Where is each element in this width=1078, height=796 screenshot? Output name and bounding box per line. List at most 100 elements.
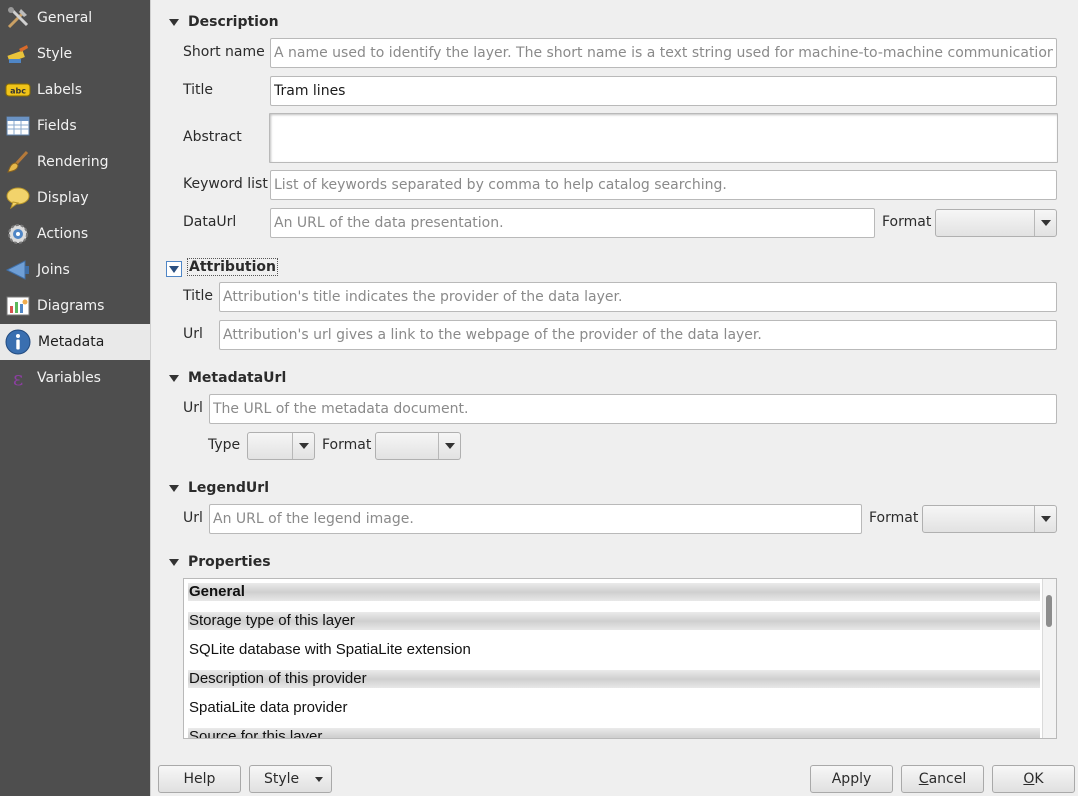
collapse-triangle-icon [169,18,179,26]
sidebar-item-labels[interactable]: abc Labels [0,72,150,108]
attribution-title-input[interactable] [219,282,1057,312]
table-row: General [188,583,1040,601]
collapse-triangle-icon [169,374,179,382]
sidebar-item-metadata[interactable]: Metadata [0,324,150,360]
table-row: SpatiaLite data provider [189,699,348,716]
properties-group-header[interactable]: Properties [169,554,271,570]
dataurl-label: DataUrl [183,214,237,230]
legendurl-url-input[interactable] [209,504,862,534]
metadataurl-format-combo[interactable] [375,432,461,460]
abstract-textarea[interactable] [269,113,1058,163]
brush-icon [4,149,32,175]
metadata-panel: Description Short name Title Abstract Ke… [150,0,1078,796]
cancel-label: ancel [928,771,967,787]
metadataurl-type-label: Type [208,437,241,453]
chevron-down-icon [1040,516,1051,522]
properties-scrollbar[interactable] [1042,579,1056,738]
attribution-url-input[interactable] [219,320,1057,350]
sidebar-item-label: Joins [37,262,70,278]
sidebar-item-actions[interactable]: Actions [0,216,150,252]
legendurl-format-combo[interactable] [922,505,1057,533]
svg-text:ε: ε [13,366,23,390]
tools-icon [4,5,32,31]
description-title: Description [188,14,279,30]
table-icon [4,113,32,139]
abc-label-icon: abc [4,77,32,103]
metadataurl-group-header[interactable]: MetadataUrl [169,370,286,386]
sidebar-item-label: Display [37,190,89,206]
chevron-down-icon [444,443,455,449]
metadataurl-title: MetadataUrl [188,370,287,386]
sidebar-item-rendering[interactable]: Rendering [0,144,150,180]
speech-bubble-icon [4,185,32,211]
sidebar-item-label: Style [37,46,73,62]
gear-icon [4,221,32,247]
collapse-triangle-icon [169,265,179,273]
legendurl-url-label: Url [183,510,203,526]
table-row: Source for this layer [188,728,1040,738]
epsilon-icon: ε [4,365,32,391]
dataurl-input[interactable] [270,208,875,238]
ok-label: K [1034,771,1044,787]
sidebar-item-general[interactable]: General [0,0,150,36]
metadataurl-format-label: Format [322,437,372,453]
attribution-title[interactable]: Attribution [187,258,278,276]
sidebar-item-fields[interactable]: Fields [0,108,150,144]
dataurl-format-label: Format [882,214,932,230]
paintbrush-icon [4,41,32,67]
svg-text:abc: abc [10,87,26,96]
sidebar-item-display[interactable]: Display [0,180,150,216]
table-row: Storage type of this layer [188,612,1040,630]
chevron-down-icon [1040,220,1051,226]
apply-button[interactable]: Apply [810,765,893,793]
attribution-title-label: Title [183,288,214,304]
sidebar-item-diagrams[interactable]: Diagrams [0,288,150,324]
ok-mnemonic: O [1023,771,1035,787]
chevron-down-icon [298,443,309,449]
table-row: Description of this provider [188,670,1040,688]
legendurl-format-label: Format [869,510,919,526]
info-icon [4,329,32,355]
keyword-list-label: Keyword list [183,176,268,192]
sidebar-item-label: Labels [37,82,83,98]
metadataurl-url-label: Url [183,400,203,416]
scrollbar-thumb[interactable] [1046,595,1052,627]
attribution-collapse-toggle[interactable] [166,261,182,277]
keyword-list-input[interactable] [270,170,1057,200]
sidebar-item-label: General [37,10,93,26]
sidebar-item-label: Diagrams [37,298,105,314]
cancel-button[interactable]: Cancel [901,765,984,793]
legendurl-title: LegendUrl [188,480,269,496]
metadataurl-type-combo[interactable] [247,432,315,460]
collapse-triangle-icon [169,484,179,492]
sidebar-item-style[interactable]: Style [0,36,150,72]
cancel-mnemonic: C [918,771,929,787]
joins-icon [4,257,32,283]
description-group-header[interactable]: Description [169,14,279,30]
short-name-input[interactable] [270,38,1057,68]
sidebar: General Style abc Labels Fields Renderin… [0,0,150,796]
help-button[interactable]: Help [158,765,241,793]
style-menu-button[interactable]: Style [249,765,332,793]
ok-button[interactable]: OK [992,765,1075,793]
properties-title: Properties [188,554,271,570]
sidebar-item-label: Variables [37,370,101,386]
dataurl-format-combo[interactable] [935,209,1057,237]
sidebar-item-label: Rendering [37,154,109,170]
sidebar-item-label: Metadata [38,334,105,350]
sidebar-item-joins[interactable]: Joins [0,252,150,288]
short-name-label: Short name [183,44,265,60]
sidebar-item-variables[interactable]: ε Variables [0,360,150,396]
sidebar-item-label: Fields [37,118,77,134]
metadataurl-url-input[interactable] [209,394,1057,424]
attribution-url-label: Url [183,326,203,342]
title-label: Title [183,82,214,98]
diagram-icon [4,293,32,319]
style-button-label: Style [264,771,300,787]
title-input[interactable] [270,76,1057,106]
properties-table[interactable]: General Storage type of this layer SQLit… [183,578,1057,739]
abstract-label: Abstract [183,129,242,145]
table-row: SQLite database with SpatiaLite extensio… [189,641,471,658]
legendurl-group-header[interactable]: LegendUrl [169,480,269,496]
collapse-triangle-icon [169,558,179,566]
